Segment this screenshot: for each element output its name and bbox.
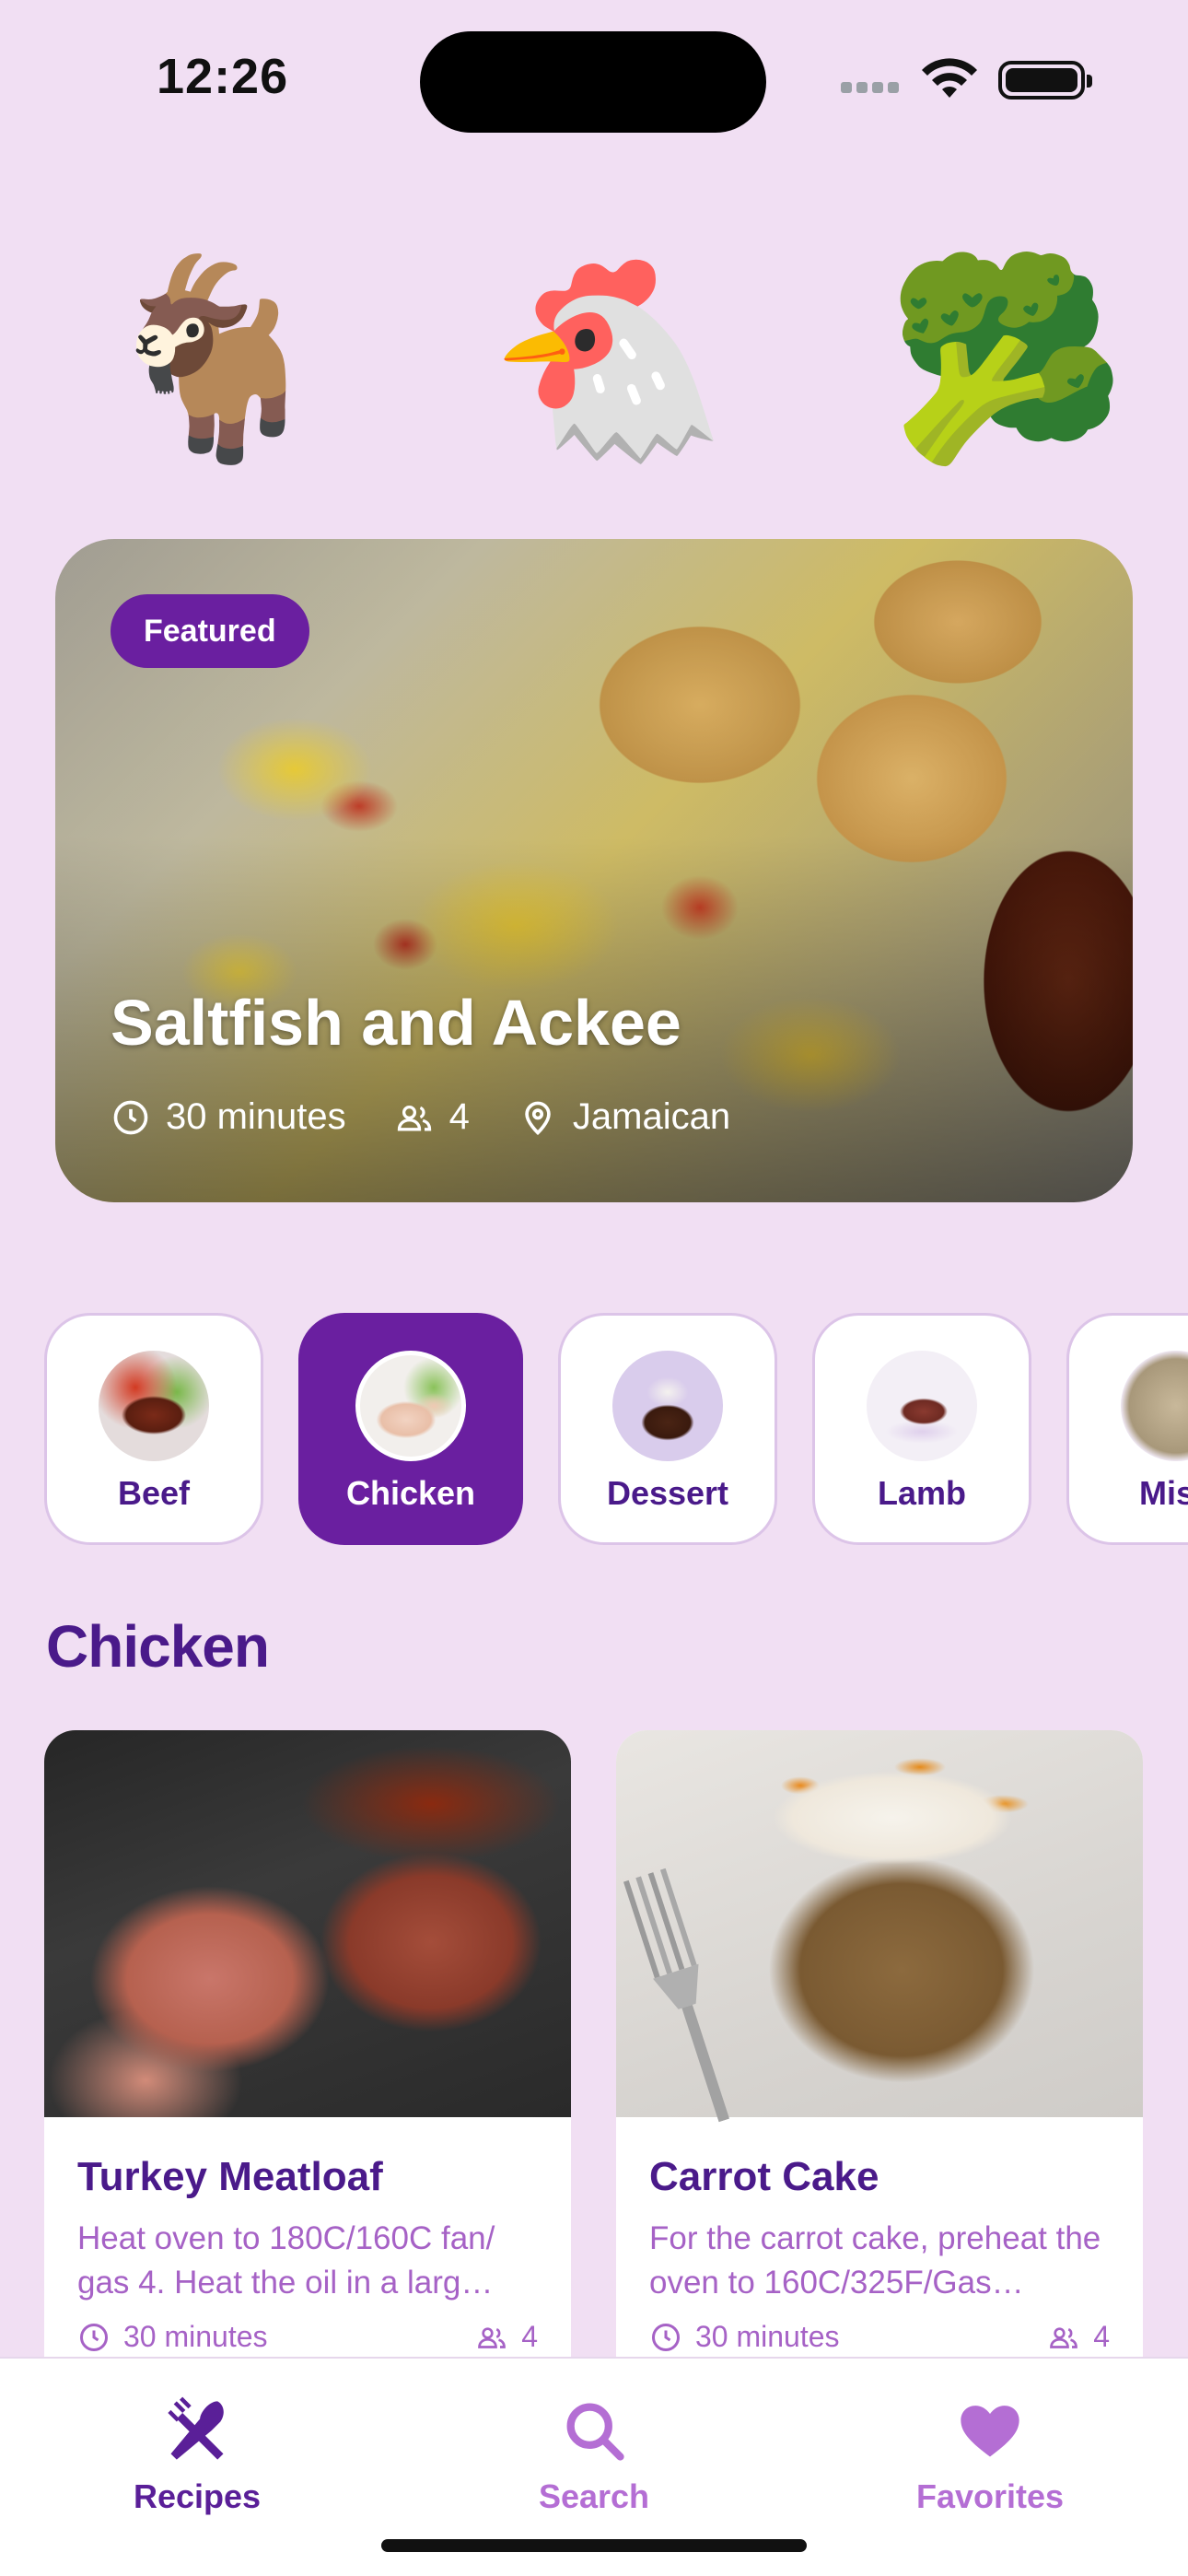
recipe-servings: 4 (475, 2320, 538, 2354)
featured-meta: 30 minutes 4 Jamaican (111, 1096, 778, 1138)
recipe-servings-label: 4 (1093, 2320, 1110, 2353)
clock-icon (652, 2323, 680, 2351)
recipe-meta: 30 minutes 4 (77, 2320, 538, 2354)
recipe-time: 30 minutes (649, 2320, 840, 2354)
broccoli-icon[interactable]: 🥦 (886, 230, 1126, 488)
lamb-thumbnail (867, 1351, 977, 1461)
category-chip-label: Lamb (877, 1474, 966, 1512)
recipe-servings: 4 (1047, 2320, 1110, 2354)
category-chip-label: Beef (117, 1474, 191, 1512)
dessert-thumbnail (612, 1351, 723, 1461)
tab-search[interactable]: Search (474, 2395, 714, 2524)
beef-thumbnail (99, 1351, 209, 1461)
featured-recipe-card[interactable]: Featured Saltfish and Ackee 30 minutes 4… (55, 539, 1133, 1202)
tab-recipes-label: Recipes (133, 2477, 262, 2515)
recipe-time-label: 30 minutes (695, 2320, 840, 2353)
featured-origin-label: Jamaican (572, 1096, 731, 1137)
people-icon (397, 1105, 431, 1130)
wifi-icon (922, 58, 977, 98)
category-chip-lamb[interactable]: Lamb (812, 1313, 1031, 1545)
misc-thumbnail (1121, 1351, 1188, 1461)
recipe-image (616, 1730, 1143, 2123)
recipe-time: 30 minutes (77, 2320, 268, 2354)
recipe-meta: 30 minutes 4 (649, 2320, 1110, 2354)
heart-icon (961, 2406, 1019, 2457)
recipe-name: Turkey Meatloaf (77, 2154, 383, 2199)
search-icon (566, 2403, 624, 2461)
section-title: Chicken (46, 1613, 270, 1680)
clock-icon (80, 2323, 108, 2351)
tab-favorites[interactable]: Favorites (870, 2395, 1110, 2524)
category-chip-label: Dessert (606, 1474, 729, 1512)
recipe-name: Carrot Cake (649, 2154, 879, 2199)
category-chip-misc[interactable]: Misc (1066, 1313, 1188, 1545)
featured-servings: 4 (394, 1096, 470, 1138)
top-category-row: 🐐 🐔 🥦 (0, 230, 1188, 488)
cellular-signal-icon (841, 81, 905, 94)
category-chip-beef[interactable]: Beef (44, 1313, 263, 1545)
location-pin-icon (525, 1101, 551, 1135)
category-chip-label: Chicken (345, 1474, 476, 1512)
chicken-icon[interactable]: 🐔 (488, 230, 728, 488)
fork-knife-icon (168, 2396, 224, 2460)
goat-icon[interactable]: 🐐 (94, 230, 334, 488)
status-bar: 12:26 (0, 0, 1188, 157)
people-icon (478, 2326, 507, 2348)
recipe-card[interactable]: Turkey Meatloaf Heat oven to 180C/160C f… (44, 1730, 571, 2357)
clock-icon (113, 1100, 148, 1134)
recipe-description: Heat oven to 180C/160C fan/ gas 4. Heat … (77, 2220, 495, 2301)
recipe-card[interactable]: Carrot Cake For the carrot cake, preheat… (616, 1730, 1143, 2357)
fork-decoration (623, 1868, 730, 2123)
home-indicator[interactable] (381, 2539, 807, 2552)
status-time: 12:26 (157, 49, 289, 104)
featured-time-label: 30 minutes (166, 1096, 346, 1137)
featured-origin: Jamaican (518, 1096, 730, 1138)
people-icon (1050, 2326, 1078, 2348)
category-chip-chicken[interactable]: Chicken (298, 1313, 523, 1545)
recipe-servings-label: 4 (521, 2320, 538, 2353)
featured-time: 30 minutes (111, 1096, 346, 1138)
recipe-image (44, 1730, 571, 2117)
chicken-thumbnail (355, 1351, 466, 1461)
category-chip-dessert[interactable]: Dessert (558, 1313, 777, 1545)
featured-title: Saltfish and Ackee (111, 987, 681, 1059)
tab-recipes[interactable]: Recipes (77, 2395, 317, 2524)
featured-servings-label: 4 (448, 1096, 470, 1137)
featured-badge: Featured (111, 594, 309, 668)
category-chip-label: Misc (1138, 1474, 1188, 1512)
recipe-time-label: 30 minutes (123, 2320, 268, 2353)
dynamic-island (420, 31, 766, 133)
recipe-description: For the carrot cake, preheat the oven to… (649, 2220, 1101, 2301)
tab-search-label: Search (538, 2477, 650, 2515)
battery-icon (998, 61, 1092, 100)
tab-favorites-label: Favorites (915, 2477, 1065, 2515)
category-chip-row[interactable]: Beef Chicken Dessert Lamb Misc (44, 1313, 1188, 1548)
